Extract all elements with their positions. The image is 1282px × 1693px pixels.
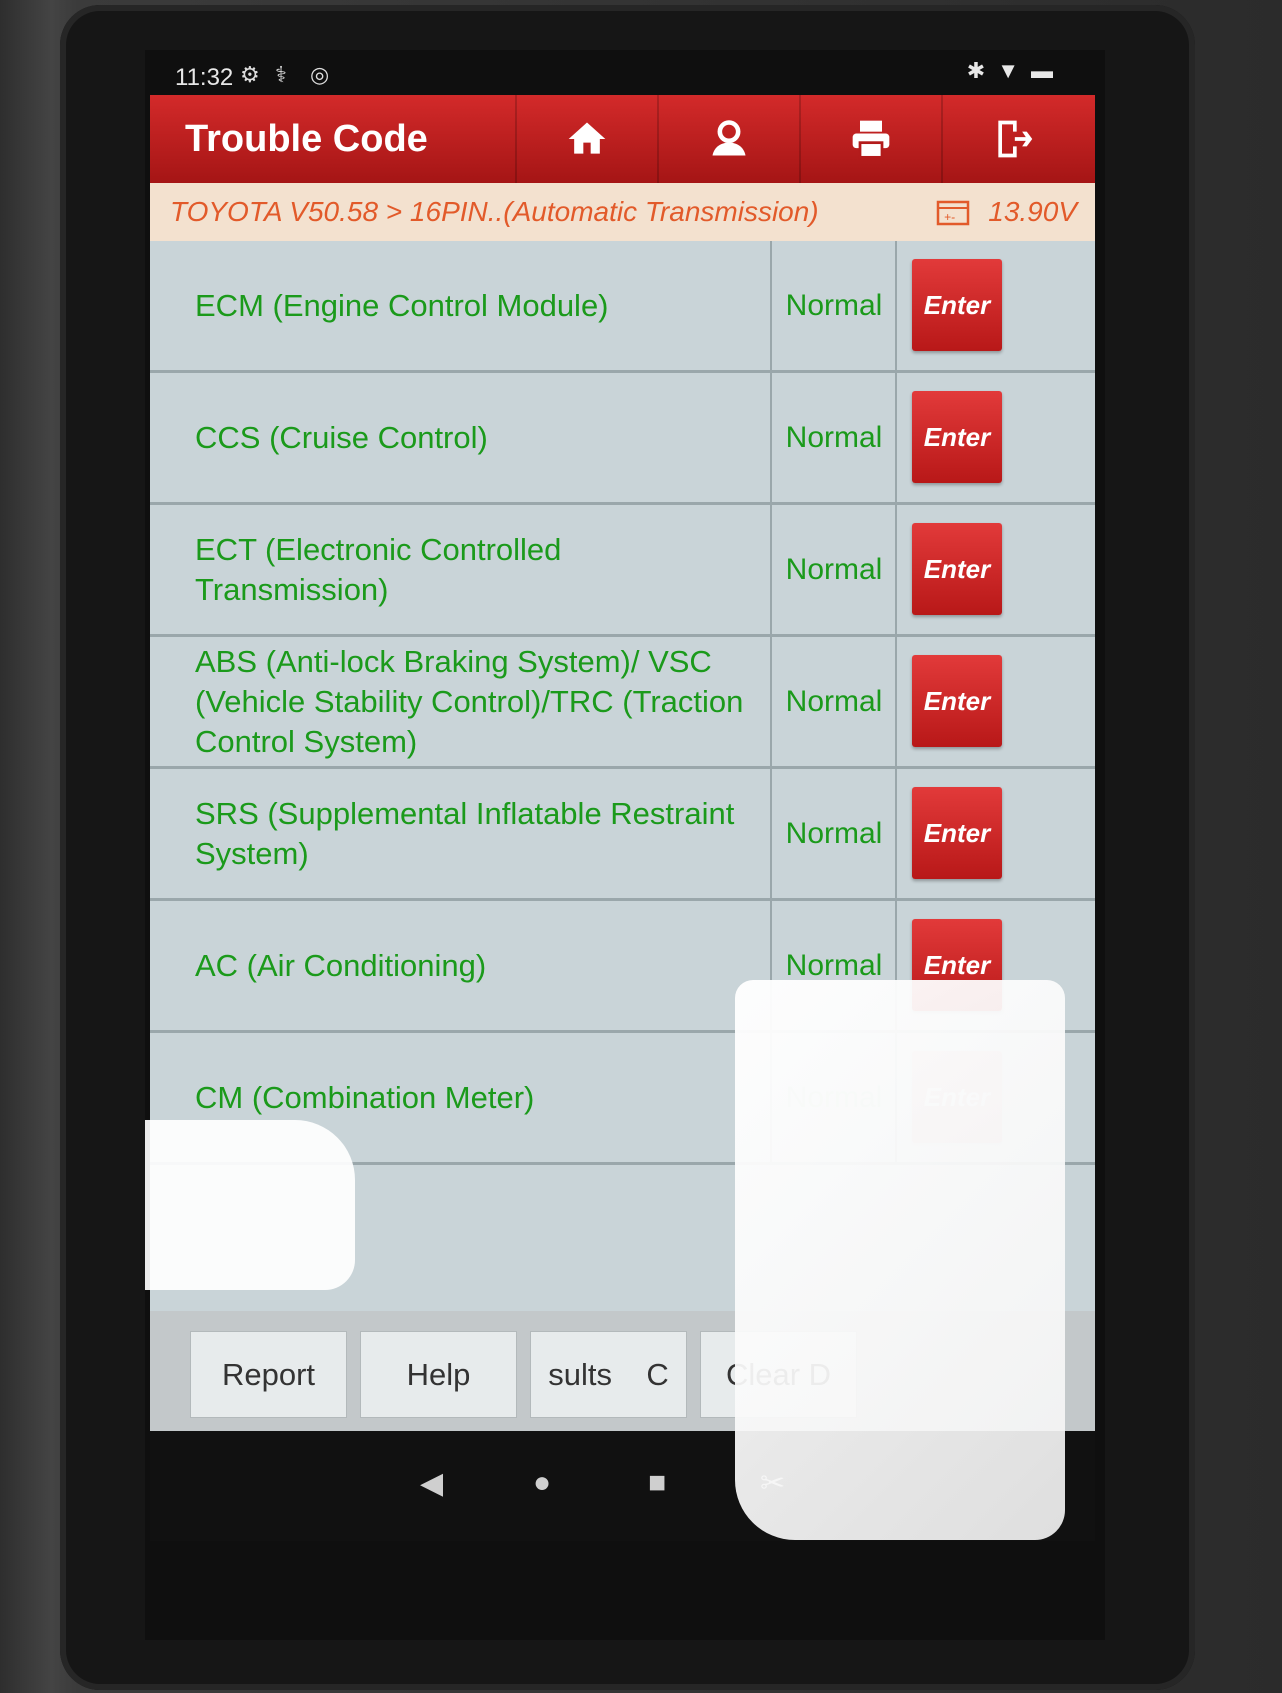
column-divider bbox=[770, 901, 772, 1030]
column-divider bbox=[770, 241, 772, 370]
battery-voltage: 13.90V bbox=[988, 196, 1077, 227]
battery-icon: ▬ bbox=[1031, 58, 1065, 83]
enter-button[interactable]: Enter bbox=[912, 1051, 1002, 1143]
column-divider bbox=[770, 505, 772, 634]
system-name: ABS (Anti-lock Braking System)/ VSC (Veh… bbox=[195, 643, 744, 759]
print-button[interactable] bbox=[799, 95, 941, 183]
list-item: ECT (Electronic Controlled Transmission)… bbox=[150, 505, 1095, 637]
system-status: Normal bbox=[785, 552, 883, 586]
system-name: ECT (Electronic Controlled Transmission) bbox=[195, 531, 562, 607]
back-icon[interactable]: ◀ bbox=[420, 1466, 443, 1501]
enter-button[interactable]: Enter bbox=[912, 391, 1002, 483]
android-nav-bar: ◀ ● ■ ✂ bbox=[150, 1431, 1095, 1541]
column-divider bbox=[770, 1033, 772, 1162]
results-suffix: C bbox=[646, 1356, 669, 1392]
system-name: CCS (Cruise Control) bbox=[195, 419, 488, 455]
print-icon bbox=[852, 120, 890, 159]
column-divider bbox=[895, 241, 897, 370]
enter-button[interactable]: Enter bbox=[912, 919, 1002, 1011]
status-bar: 11:32 ⚙ ⚕ ◎ ✱▼▬ bbox=[145, 50, 1105, 95]
enter-button[interactable]: Enter bbox=[912, 655, 1002, 747]
results-button[interactable]: sults C bbox=[530, 1331, 687, 1418]
home-nav-icon[interactable]: ● bbox=[533, 1466, 551, 1500]
system-status: Normal bbox=[785, 1080, 883, 1114]
list-item: AC (Air Conditioning) Normal Enter bbox=[150, 901, 1095, 1033]
system-status: Normal bbox=[785, 816, 883, 850]
exit-button[interactable] bbox=[941, 95, 1083, 183]
system-indicators: ✱▼▬ bbox=[967, 58, 1065, 84]
wheel-icon: ◎ bbox=[310, 62, 330, 87]
list-item: ECM (Engine Control Module) Normal Enter bbox=[150, 241, 1095, 373]
column-divider bbox=[895, 637, 897, 766]
system-name: CM (Combination Meter) bbox=[195, 1079, 535, 1115]
results-label: sults bbox=[548, 1356, 612, 1392]
bottom-toolbar: Report Help sults C Clear D bbox=[150, 1311, 1095, 1431]
list-item: CM (Combination Meter) Normal Enter bbox=[150, 1033, 1095, 1165]
screenshot-icon[interactable]: ✂ bbox=[760, 1466, 785, 1501]
column-divider bbox=[895, 1033, 897, 1162]
column-divider bbox=[895, 505, 897, 634]
settings-icon: ⚙ bbox=[240, 62, 260, 87]
stethoscope-icon: ⚕ bbox=[275, 62, 287, 87]
breadcrumb: TOYOTA V50.58 > 16PIN..(Automatic Transm… bbox=[150, 183, 1095, 241]
column-divider bbox=[895, 901, 897, 1030]
home-button[interactable] bbox=[515, 95, 657, 183]
list-item: ABS (Anti-lock Braking System)/ VSC (Veh… bbox=[150, 637, 1095, 769]
bluetooth-icon: ✱ bbox=[966, 58, 998, 83]
column-divider bbox=[895, 769, 897, 898]
column-divider bbox=[770, 373, 772, 502]
system-status: Normal bbox=[785, 684, 883, 718]
device-screen: 11:32 ⚙ ⚕ ◎ ✱▼▬ Trouble Code TOYOTA V50.… bbox=[145, 50, 1105, 1640]
exit-icon bbox=[998, 120, 1033, 158]
system-status: Normal bbox=[785, 420, 883, 454]
system-status: Normal bbox=[785, 948, 883, 982]
enter-button[interactable]: Enter bbox=[912, 259, 1002, 351]
wifi-icon: ▼ bbox=[997, 58, 1031, 83]
list-item: SRS (Supplemental Inflatable Restraint S… bbox=[150, 769, 1095, 901]
breadcrumb-path: TOYOTA V50.58 > 16PIN..(Automatic Transm… bbox=[170, 196, 819, 227]
user-icon bbox=[712, 120, 746, 156]
list-item: CCS (Cruise Control) Normal Enter bbox=[150, 373, 1095, 505]
svg-text:+-: +- bbox=[944, 210, 955, 224]
app-header: Trouble Code bbox=[150, 95, 1095, 183]
enter-button[interactable]: Enter bbox=[912, 787, 1002, 879]
recents-icon[interactable]: ■ bbox=[648, 1466, 666, 1500]
system-status: Normal bbox=[785, 288, 883, 322]
system-name: SRS (Supplemental Inflatable Restraint S… bbox=[195, 795, 735, 871]
help-button[interactable]: Help bbox=[360, 1331, 517, 1418]
page-title: Trouble Code bbox=[185, 117, 428, 160]
enter-button[interactable]: Enter bbox=[912, 523, 1002, 615]
column-divider bbox=[770, 769, 772, 898]
column-divider bbox=[770, 637, 772, 766]
calendar-icon[interactable]: +- bbox=[936, 198, 970, 226]
system-list: ECM (Engine Control Module) Normal Enter… bbox=[150, 241, 1095, 1311]
system-name: AC (Air Conditioning) bbox=[195, 947, 487, 983]
status-time: 11:32 bbox=[175, 64, 234, 91]
report-button[interactable]: Report bbox=[190, 1331, 347, 1418]
column-divider bbox=[895, 373, 897, 502]
system-name: ECM (Engine Control Module) bbox=[195, 287, 609, 323]
home-icon bbox=[568, 122, 606, 154]
clear-dtc-button[interactable]: Clear D bbox=[700, 1331, 857, 1418]
user-button[interactable] bbox=[657, 95, 799, 183]
